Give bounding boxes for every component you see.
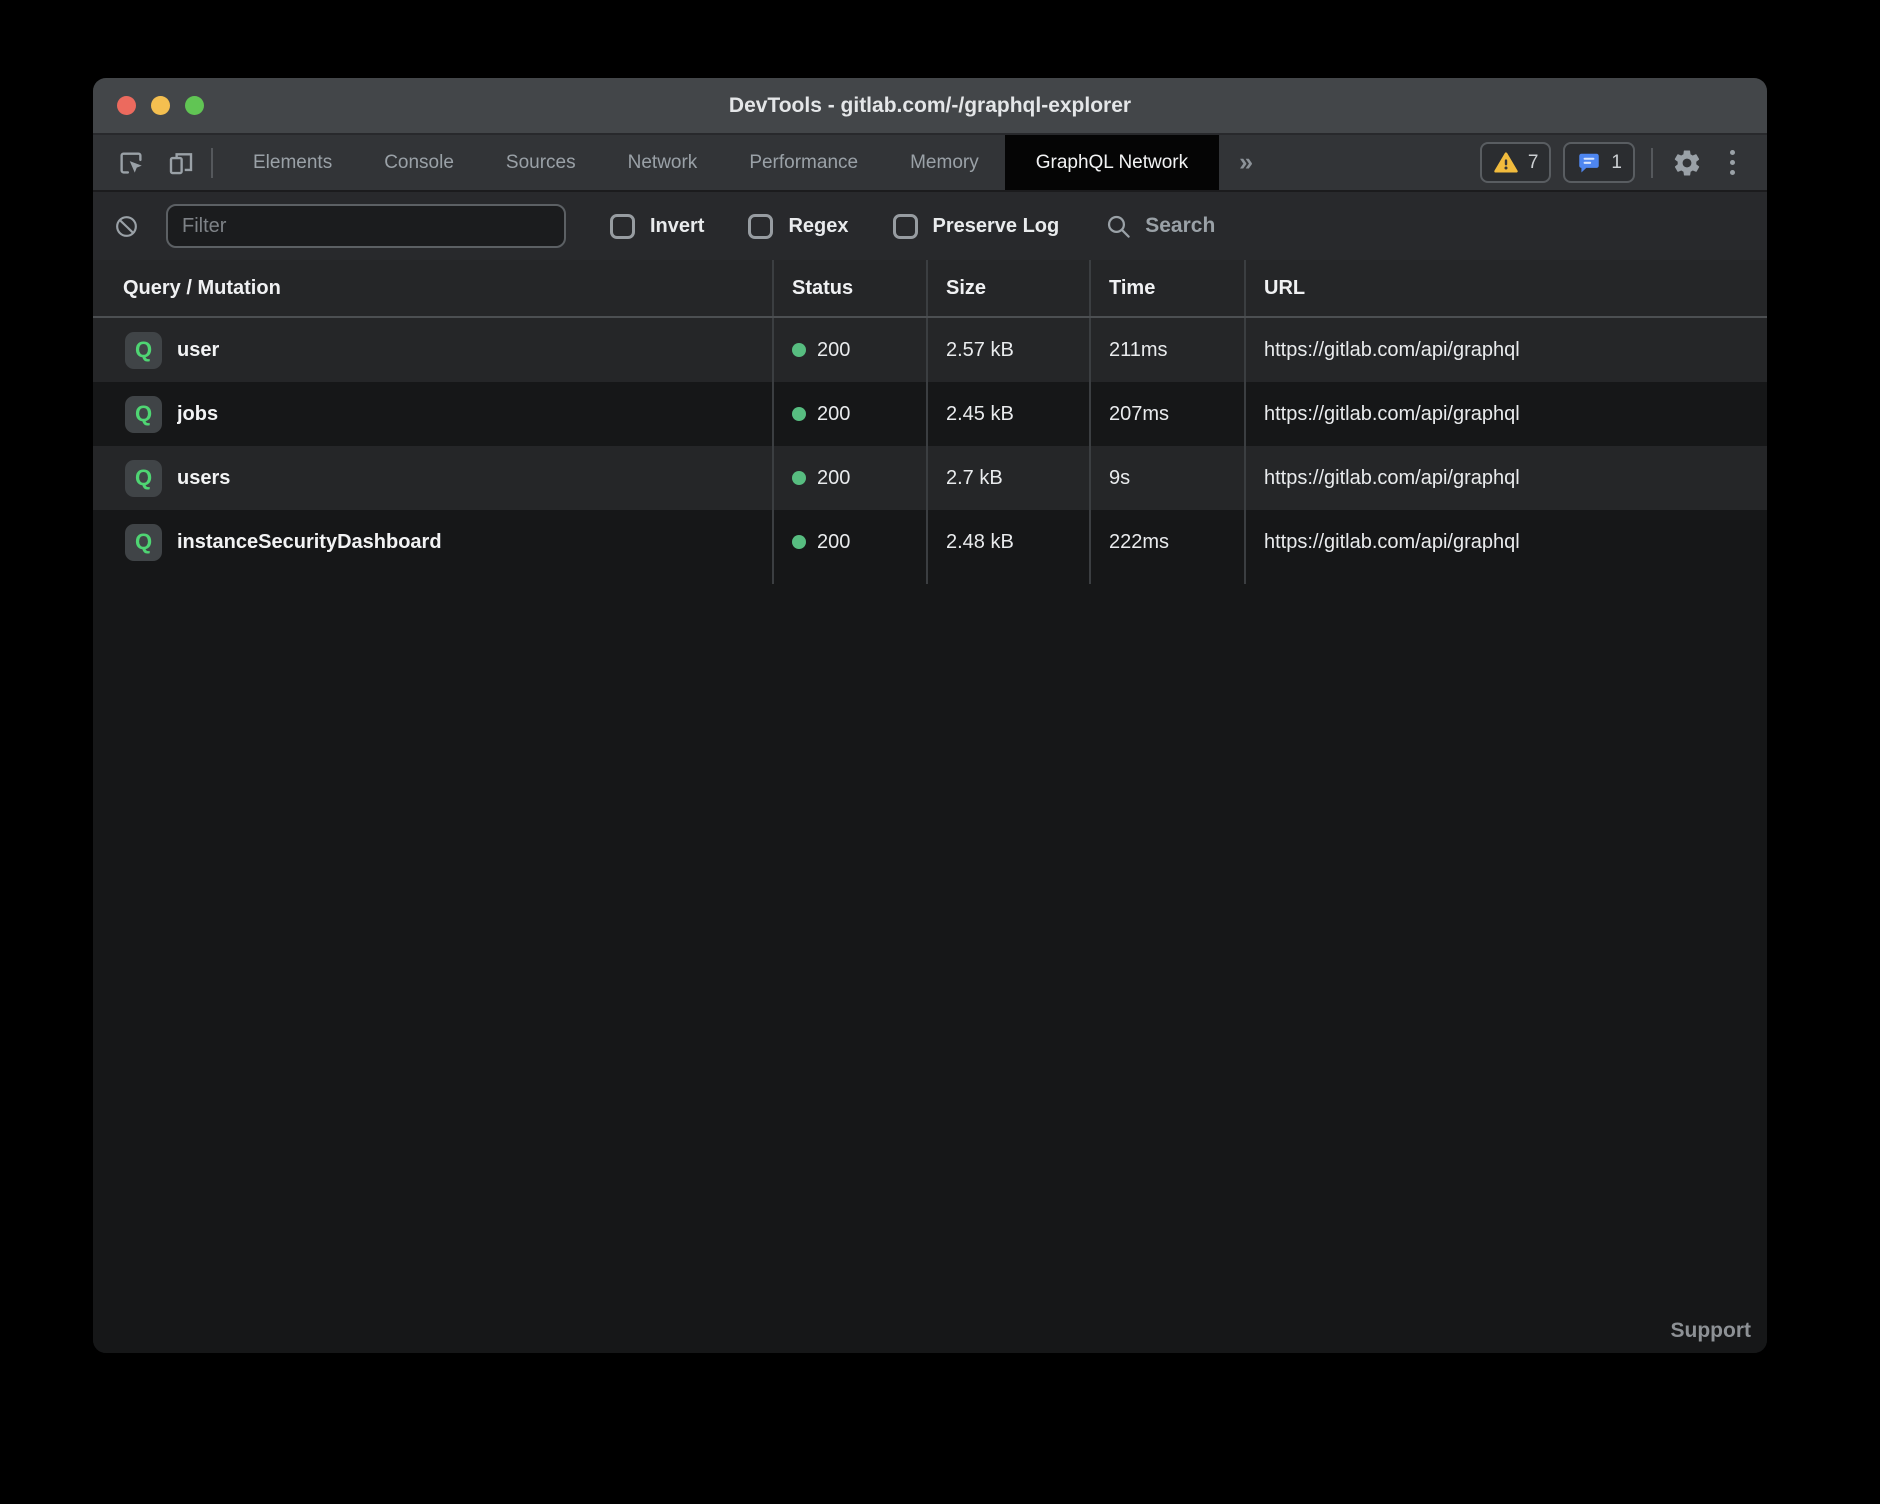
close-button[interactable] [117, 96, 136, 115]
inspect-element-icon[interactable] [113, 145, 149, 181]
support-link[interactable]: Support [1671, 1319, 1751, 1343]
invert-checkbox-group: Invert [610, 214, 704, 239]
tab-memory[interactable]: Memory [884, 135, 1005, 190]
tab-network[interactable]: Network [602, 135, 724, 190]
query-name: jobs [177, 403, 218, 426]
column-header-time[interactable]: Time [1089, 260, 1244, 316]
regex-checkbox[interactable] [748, 214, 773, 239]
column-header-size[interactable]: Size [926, 260, 1089, 316]
table-row[interactable]: Q user 200 2.57 kB 211ms https://gitlab.… [93, 318, 1767, 382]
table-header: Query / Mutation Status Size Time URL [93, 260, 1767, 318]
message-bubble-icon [1576, 150, 1602, 176]
preserve-log-checkbox[interactable] [893, 214, 918, 239]
response-time: 207ms [1109, 403, 1169, 426]
warning-icon [1493, 150, 1519, 176]
tab-elements[interactable]: Elements [227, 135, 358, 190]
query-name: user [177, 339, 219, 362]
request-url: https://gitlab.com/api/graphql [1264, 531, 1520, 554]
search-icon [1105, 213, 1132, 240]
response-size: 2.48 kB [946, 531, 1014, 554]
query-type-badge: Q [125, 524, 162, 561]
invert-checkbox[interactable] [610, 214, 635, 239]
toolbar-divider [211, 148, 213, 178]
status-code: 200 [817, 339, 850, 362]
device-toolbar-icon[interactable] [163, 145, 199, 181]
query-name: instanceSecurityDashboard [177, 531, 442, 554]
invert-label: Invert [650, 215, 704, 238]
status-code: 200 [817, 531, 850, 554]
regex-label: Regex [788, 215, 848, 238]
search-control[interactable]: Search [1105, 213, 1215, 240]
column-header-status[interactable]: Status [772, 260, 926, 316]
response-time: 222ms [1109, 531, 1169, 554]
warnings-badge[interactable]: 7 [1480, 142, 1552, 183]
query-type-badge: Q [125, 396, 162, 433]
settings-gear-icon[interactable] [1669, 145, 1705, 181]
window-titlebar[interactable]: DevTools - gitlab.com/-/graphql-explorer [93, 78, 1767, 135]
more-options-kebab-icon[interactable] [1717, 150, 1747, 175]
warnings-count: 7 [1528, 152, 1539, 174]
response-size: 2.57 kB [946, 339, 1014, 362]
request-url: https://gitlab.com/api/graphql [1264, 403, 1520, 426]
devtools-tabbar: Elements Console Sources Network Perform… [93, 135, 1767, 192]
issues-count: 1 [1611, 152, 1622, 174]
query-name: users [177, 467, 230, 490]
table-row[interactable]: Q jobs 200 2.45 kB 207ms https://gitlab.… [93, 382, 1767, 446]
status-ok-dot [792, 343, 806, 357]
toolbar-divider [1651, 148, 1653, 178]
column-separator-extension [93, 574, 1767, 584]
response-time: 9s [1109, 467, 1130, 490]
request-url: https://gitlab.com/api/graphql [1264, 467, 1520, 490]
request-url: https://gitlab.com/api/graphql [1264, 339, 1520, 362]
issues-badge[interactable]: 1 [1563, 142, 1635, 183]
zoom-button[interactable] [185, 96, 204, 115]
tab-performance[interactable]: Performance [723, 135, 884, 190]
query-type-badge: Q [125, 460, 162, 497]
status-ok-dot [792, 535, 806, 549]
response-time: 211ms [1109, 339, 1168, 362]
preserve-log-label: Preserve Log [933, 215, 1060, 238]
regex-checkbox-group: Regex [748, 214, 848, 239]
devtools-window: DevTools - gitlab.com/-/graphql-explorer… [93, 78, 1767, 1353]
tab-sources[interactable]: Sources [480, 135, 602, 190]
clear-block-icon[interactable] [113, 213, 140, 240]
minimize-button[interactable] [151, 96, 170, 115]
status-code: 200 [817, 467, 850, 490]
window-title: DevTools - gitlab.com/-/graphql-explorer [93, 94, 1767, 118]
status-ok-dot [792, 471, 806, 485]
panel-empty-area: Support [93, 584, 1767, 1353]
response-size: 2.7 kB [946, 467, 1003, 490]
filter-input[interactable] [166, 204, 566, 248]
traffic-lights [117, 96, 204, 115]
table-row[interactable]: Q instanceSecurityDashboard 200 2.48 kB … [93, 510, 1767, 574]
status-code: 200 [817, 403, 850, 426]
panel-tabs: Elements Console Sources Network Perform… [227, 135, 1219, 190]
filter-toolbar: Invert Regex Preserve Log Search [93, 192, 1767, 260]
preserve-log-checkbox-group: Preserve Log [893, 214, 1060, 239]
table-row[interactable]: Q users 200 2.7 kB 9s https://gitlab.com… [93, 446, 1767, 510]
column-header-url[interactable]: URL [1244, 260, 1767, 316]
response-size: 2.45 kB [946, 403, 1014, 426]
more-tabs-icon[interactable]: » [1219, 135, 1273, 190]
status-ok-dot [792, 407, 806, 421]
search-label: Search [1145, 214, 1215, 238]
query-type-badge: Q [125, 332, 162, 369]
tab-graphql-network[interactable]: GraphQL Network [1005, 135, 1219, 190]
column-header-query-mutation[interactable]: Query / Mutation [93, 260, 772, 316]
tab-console[interactable]: Console [358, 135, 480, 190]
